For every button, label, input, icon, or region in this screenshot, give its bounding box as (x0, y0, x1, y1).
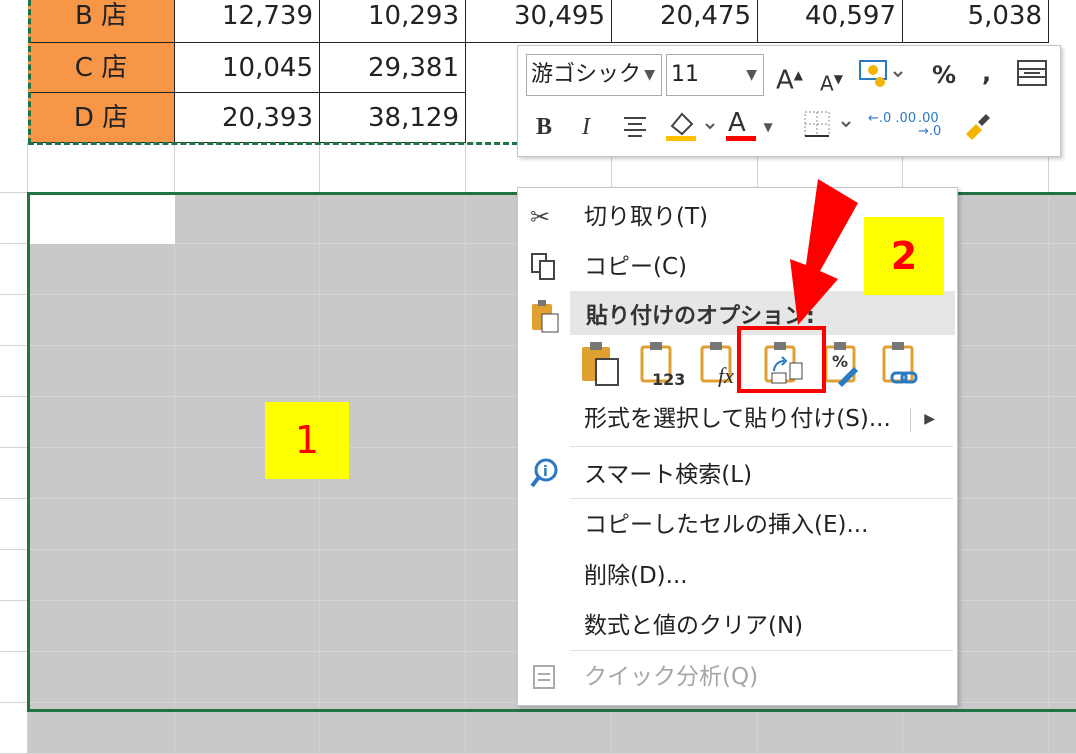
copy-marquee (28, 142, 518, 145)
paint-bucket-icon (666, 112, 715, 141)
percent-button[interactable]: % (932, 60, 956, 90)
accounting-format-button[interactable] (858, 58, 904, 97)
quick-analysis-icon (530, 662, 558, 699)
menu-separator (570, 498, 953, 499)
grid-cell[interactable] (0, 346, 28, 397)
active-cell[interactable] (30, 195, 175, 244)
font-name-value: 游ゴシック (531, 62, 642, 87)
menu-item-quick-analysis: クイック分析(Q) (584, 664, 759, 690)
value-cell[interactable]: 20,393 (175, 93, 320, 143)
menu-item-paste-special[interactable]: 形式を選択して貼り付け(S)... (584, 404, 891, 434)
menu-separator (570, 446, 953, 447)
format-table-icon (1017, 60, 1047, 86)
annotation-label-1: 1 (265, 402, 349, 479)
borders-icon (804, 111, 851, 137)
scissors-icon: ✂ (530, 203, 551, 231)
mini-toolbar: 游ゴシック ▼ 11 ▼ A▲ A▼ % , B I A ▼ ←.0 .00 .… (517, 45, 1061, 157)
paste-formatting-icon[interactable]: % (824, 339, 868, 387)
decrease-decimal-button[interactable]: .00 →.0 (918, 112, 948, 138)
borders-button[interactable] (802, 108, 856, 147)
menu-separator (570, 650, 953, 651)
align-center-icon (624, 117, 646, 137)
store-cell[interactable]: D 店 (28, 93, 175, 143)
menu-item-insert-copied-cells[interactable]: コピーしたセルの挿入(E)... (584, 510, 868, 540)
svg-text:fx: fx (718, 363, 734, 387)
grid-cell[interactable] (0, 193, 28, 244)
value-cell[interactable]: 40,597 (758, 0, 903, 43)
table-row: B 店 12,739 10,293 30,495 20,475 40,597 5… (0, 0, 1076, 43)
value-cell[interactable]: 5,038 (903, 0, 1049, 43)
grid-cell[interactable] (0, 244, 28, 295)
store-cell[interactable]: C 店 (28, 43, 175, 93)
menu-item-delete[interactable]: 削除(D)... (584, 561, 688, 591)
font-color-button[interactable]: A ▼ (726, 108, 773, 142)
menu-item-smart-lookup[interactable]: スマート検索(L) (584, 460, 752, 490)
currency-icon (859, 60, 903, 87)
annotation-highlight-box (737, 326, 826, 393)
paste-values-icon[interactable]: 123 (640, 339, 685, 389)
grid-cell[interactable] (0, 448, 28, 499)
grid-cell[interactable] (0, 550, 28, 601)
align-center-button[interactable] (620, 110, 650, 147)
grow-font-button[interactable]: A▲ (776, 60, 803, 96)
font-size-box[interactable]: 11 ▼ (666, 54, 764, 96)
submenu-arrow-icon[interactable]: ▶ (924, 404, 935, 434)
paintbrush-icon (966, 114, 990, 140)
font-size-value: 11 (671, 62, 699, 87)
svg-text:123: 123 (652, 370, 684, 387)
svg-text:%: % (832, 352, 848, 371)
shrink-font-button[interactable]: A▼ (820, 64, 843, 99)
copy-icon (530, 252, 558, 289)
table-format-button[interactable] (1016, 58, 1048, 95)
store-cell[interactable]: B 店 (28, 0, 175, 43)
value-cell[interactable]: 29,381 (320, 43, 466, 93)
menu-item-cut[interactable]: 切り取り(T) (584, 202, 708, 232)
value-cell[interactable]: 10,045 (175, 43, 320, 93)
comma-button[interactable]: , (982, 58, 991, 88)
chevron-down-icon[interactable]: ▼ (644, 55, 655, 95)
paste-icon (530, 298, 560, 341)
increase-decimal-button[interactable]: ←.0 .00 (868, 112, 916, 125)
format-painter-button[interactable] (958, 108, 994, 147)
italic-button[interactable]: I (582, 112, 590, 142)
menu-item-copy[interactable]: コピー(C) (584, 252, 687, 282)
smart-lookup-icon: i (530, 458, 560, 495)
grid-cell[interactable] (0, 397, 28, 448)
copy-marquee (28, 0, 31, 144)
grid-cell[interactable] (0, 499, 28, 550)
menu-item-clear-contents[interactable]: 数式と値のクリア(N) (584, 611, 803, 641)
value-cell[interactable]: 38,129 (320, 93, 466, 143)
font-name-box[interactable]: 游ゴシック ▼ (526, 54, 662, 96)
fill-color-button[interactable] (664, 108, 720, 149)
bold-button[interactable]: B (536, 112, 552, 142)
chevron-down-icon[interactable]: ▼ (746, 55, 757, 95)
paste-keep-source-icon[interactable] (580, 339, 624, 387)
value-cell[interactable]: 12,739 (175, 0, 320, 43)
paste-link-icon[interactable] (882, 339, 926, 387)
value-cell[interactable]: 20,475 (612, 0, 758, 43)
value-cell[interactable]: 30,495 (466, 0, 612, 43)
grid-cell[interactable] (0, 652, 28, 703)
grid-cell[interactable] (0, 601, 28, 652)
annotation-arrow-icon (790, 179, 858, 325)
grid-cell[interactable] (0, 295, 28, 346)
grid-cell[interactable] (0, 703, 28, 754)
svg-text:i: i (543, 464, 548, 480)
value-cell[interactable]: 10,293 (320, 0, 466, 43)
